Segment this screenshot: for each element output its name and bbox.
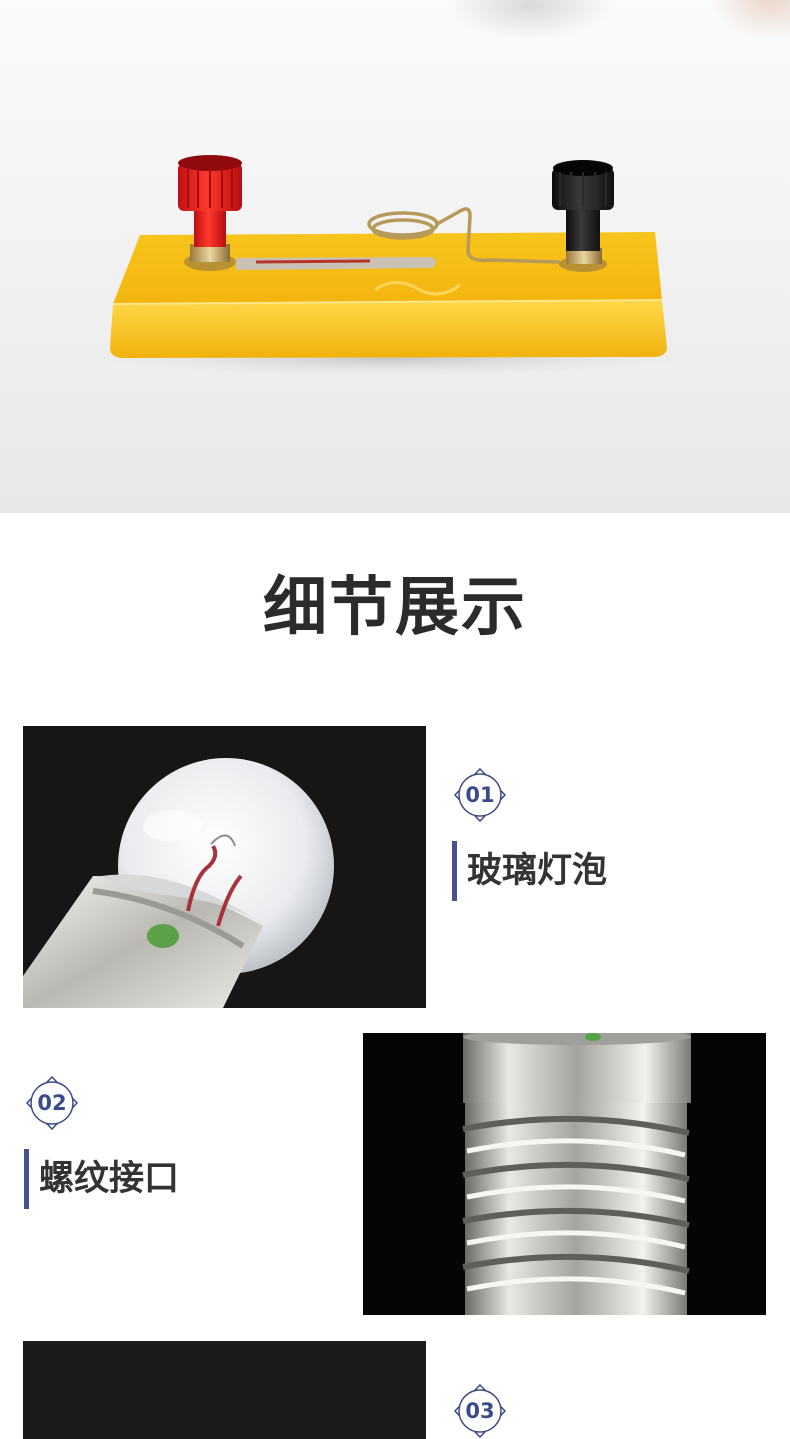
- hero-product-image: [0, 0, 790, 513]
- detail-number-badge: 01: [452, 767, 508, 823]
- switch-illustration: [90, 155, 690, 376]
- detail-label: 螺纹接口: [24, 1149, 179, 1209]
- detail-label: 玻璃灯泡: [452, 841, 607, 901]
- detail-number-badge: 02: [24, 1075, 80, 1131]
- detail-number: 02: [37, 1091, 67, 1115]
- section-title: 细节展示: [263, 571, 527, 645]
- detail-number-badge: 03: [452, 1383, 508, 1439]
- detail-photo-3: [23, 1341, 426, 1439]
- detail-number: 01: [465, 783, 495, 807]
- screw-thread-photo: [363, 1033, 766, 1315]
- glass-bulb-photo: [23, 726, 426, 1008]
- detail-number: 03: [465, 1399, 495, 1423]
